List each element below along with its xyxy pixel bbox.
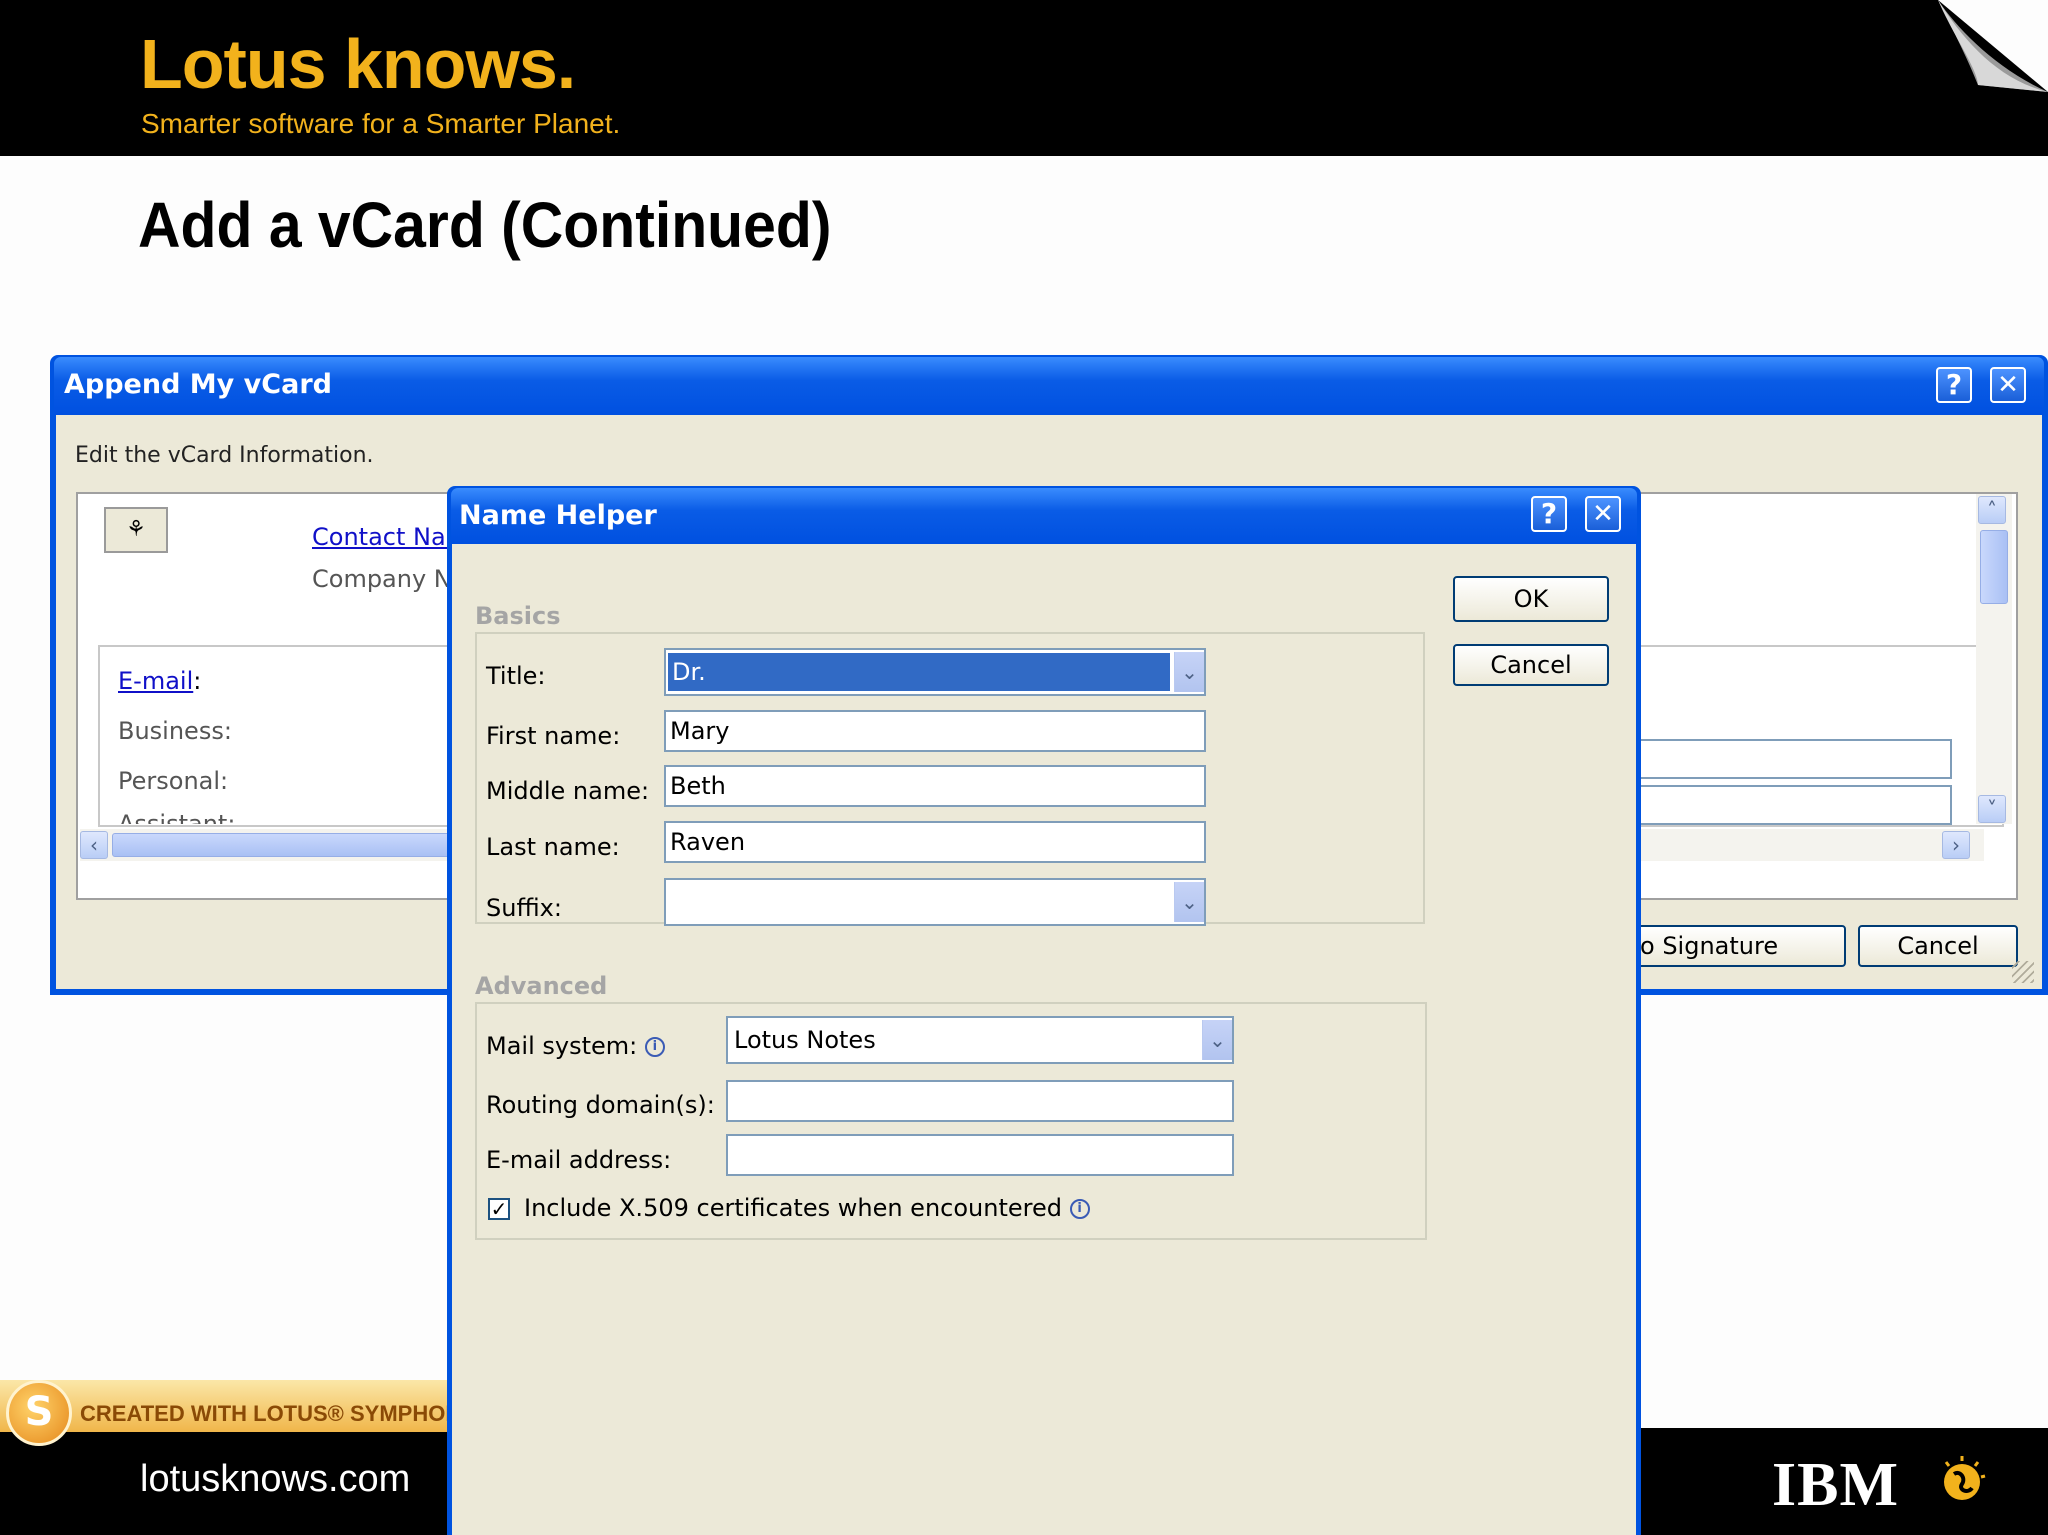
routing-domain-field[interactable]: [726, 1080, 1234, 1122]
contact-photo-button[interactable]: ⚘: [104, 507, 168, 553]
symphony-badge-text: CREATED WITH LOTUS® SYMPHONY™: [80, 1401, 498, 1426]
close-button[interactable]: ✕: [1585, 496, 1621, 532]
last-name-label: Last name:: [486, 833, 620, 861]
ok-button[interactable]: OK: [1453, 576, 1609, 622]
assistant-label-clip: Assistant:: [118, 810, 318, 824]
title-label: Title:: [486, 662, 546, 690]
first-name-label: First name:: [486, 722, 621, 750]
email-colon: :: [193, 667, 202, 695]
advanced-heading: Advanced: [475, 972, 608, 1000]
vertical-scroll-thumb[interactable]: [1980, 530, 2008, 604]
email-link[interactable]: E-mail: [118, 667, 193, 695]
personal-label: Personal:: [118, 767, 229, 795]
append-vcard-title: Append My vCard: [64, 369, 332, 400]
chevron-down-icon[interactable]: ⌄: [1174, 652, 1204, 692]
instruction-text: Edit the vCard Information.: [75, 443, 374, 468]
smarter-planet-icon: [1944, 1456, 1986, 1500]
add-to-signature-button[interactable]: o Signature: [1630, 925, 1846, 967]
brand-tagline: Smarter software for a Smarter Planet.: [141, 108, 621, 139]
x509-label-row: Include X.509 certificates when encounte…: [524, 1194, 1090, 1222]
company-name-label: Company N: [312, 565, 452, 593]
title-dropdown[interactable]: Dr. ⌄: [664, 648, 1206, 696]
contact-name-link[interactable]: Contact Nar: [312, 523, 456, 551]
cancel-button[interactable]: Cancel: [1453, 644, 1609, 686]
basics-heading: Basics: [475, 602, 561, 630]
email-personal-field[interactable]: [1630, 785, 1952, 825]
last-name-field[interactable]: Raven: [664, 821, 1206, 863]
assistant-label: Assistant:: [118, 810, 236, 824]
last-name-value: Raven: [670, 828, 746, 856]
brand-logo-text: Lotus knows.: [140, 25, 576, 103]
email-business-field[interactable]: [1630, 739, 1952, 779]
add-to-signature-label: o Signature: [1640, 932, 1779, 960]
title-selected-value: Dr.: [668, 653, 1170, 691]
symphony-logo-icon: S: [6, 1380, 72, 1446]
help-button[interactable]: ?: [1936, 367, 1972, 403]
title-value: Dr.: [672, 658, 706, 686]
routing-domain-label: Routing domain(s):: [486, 1091, 715, 1119]
middle-name-field[interactable]: Beth: [664, 765, 1206, 807]
mail-system-label: Mail system:: [486, 1032, 638, 1060]
email-address-field[interactable]: [726, 1134, 1234, 1176]
name-helper-title: Name Helper: [459, 500, 657, 531]
page-curl-icon: [1938, 0, 2048, 92]
append-vcard-titlebar: [54, 357, 2044, 415]
scroll-right-icon[interactable]: ›: [1942, 831, 1970, 859]
mail-system-label-row: Mail system: i: [486, 1032, 665, 1060]
middle-name-label: Middle name:: [486, 777, 650, 805]
mail-system-dropdown[interactable]: Lotus Notes ⌄: [726, 1016, 1234, 1064]
email-address-label: E-mail address:: [486, 1146, 672, 1174]
x509-checkbox[interactable]: ✓: [488, 1198, 510, 1220]
first-name-value: Mary: [670, 717, 730, 745]
scroll-up-icon[interactable]: ˄: [1978, 496, 2006, 524]
scroll-down-icon[interactable]: ˅: [1978, 795, 2006, 823]
middle-name-value: Beth: [670, 772, 726, 800]
x509-label: Include X.509 certificates when encounte…: [524, 1194, 1062, 1222]
help-button[interactable]: ?: [1531, 496, 1567, 532]
scroll-left-icon[interactable]: ‹: [80, 831, 108, 859]
resize-grip-icon[interactable]: [2012, 961, 2034, 983]
mail-system-value: Lotus Notes: [734, 1026, 876, 1054]
footer-url: lotusknows.com: [140, 1458, 411, 1500]
chevron-down-icon[interactable]: ⌄: [1174, 882, 1204, 922]
suffix-label: Suffix:: [486, 894, 562, 922]
chevron-down-icon[interactable]: ⌄: [1202, 1020, 1232, 1060]
slide-title: Add a vCard (Continued): [138, 189, 832, 261]
info-icon[interactable]: i: [644, 1037, 665, 1057]
append-cancel-button[interactable]: Cancel: [1858, 925, 2018, 967]
suffix-dropdown[interactable]: ⌄: [664, 878, 1206, 926]
business-label: Business:: [118, 717, 232, 745]
ibm-logo: IBM: [1772, 1451, 1899, 1519]
info-icon[interactable]: i: [1069, 1199, 1090, 1219]
cancel-label: Cancel: [1490, 651, 1572, 679]
ok-label: OK: [1513, 585, 1549, 613]
email-link-row: E-mail:: [118, 667, 201, 695]
first-name-field[interactable]: Mary: [664, 710, 1206, 752]
append-cancel-label: Cancel: [1897, 932, 1979, 960]
name-helper-window: Name Helper ? ✕ OK Cancel Basics Title: …: [447, 486, 1641, 1535]
close-button[interactable]: ✕: [1990, 367, 2026, 403]
